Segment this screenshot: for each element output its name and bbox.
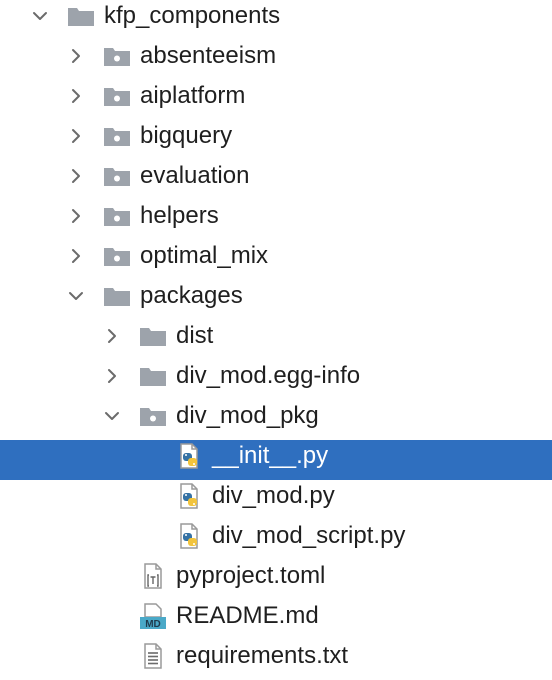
svg-text:MD: MD (145, 619, 161, 630)
tree-item-div-mod-pkg[interactable]: div_mod_pkg (0, 400, 552, 440)
tree-item-requirements-txt[interactable]: requirements.txt (0, 640, 552, 680)
tree-item-label: div_mod.py (212, 482, 335, 509)
tree-item-div-mod-script-py[interactable]: div_mod_script.py (0, 520, 552, 560)
chevron-right-icon[interactable] (66, 126, 86, 146)
tree-item-label: pyproject.toml (176, 562, 326, 589)
folder-icon (66, 1, 96, 31)
chevron-right-icon[interactable] (66, 206, 86, 226)
python-file-icon (174, 441, 204, 471)
package-folder-icon (138, 401, 168, 431)
folder-icon (138, 321, 168, 351)
tree-item-label: dist (176, 322, 214, 349)
tree-item-pyproject-toml[interactable]: pyproject.toml (0, 560, 552, 600)
tree-item-label: evaluation (140, 162, 250, 189)
chevron-right-icon[interactable] (66, 166, 86, 186)
tree-item-div-mod-egg-info[interactable]: div_mod.egg-info (0, 360, 552, 400)
tree-item-div-mod-py[interactable]: div_mod.py (0, 480, 552, 520)
chevron-down-icon[interactable] (30, 6, 50, 26)
tree-item-init-py[interactable]: __init__.py (0, 440, 552, 480)
chevron-down-icon[interactable] (102, 406, 122, 426)
tree-item-bigquery[interactable]: bigquery (0, 120, 552, 160)
chevron-right-icon[interactable] (66, 46, 86, 66)
tree-item-absenteeism[interactable]: absenteeism (0, 40, 552, 80)
tree-item-label: div_mod_script.py (212, 522, 406, 549)
tree-item-label: optimal_mix (140, 242, 269, 269)
tree-item-label: bigquery (140, 122, 233, 149)
package-folder-icon (102, 161, 132, 191)
tree-item-evaluation[interactable]: evaluation (0, 160, 552, 200)
folder-icon (138, 361, 168, 391)
tree-item-label: requirements.txt (176, 642, 349, 669)
text-file-icon (138, 641, 168, 671)
tree-item-aiplatform[interactable]: aiplatform (0, 80, 552, 120)
tree-item-label: aiplatform (140, 82, 246, 109)
markdown-file-icon: MD (138, 601, 168, 631)
tree-item-helpers[interactable]: helpers (0, 200, 552, 240)
tree-item-label: README.md (176, 602, 319, 629)
tree-item-label: div_mod.egg-info (176, 362, 361, 389)
tree-item-label: kfp_components (104, 2, 281, 29)
chevron-right-icon[interactable] (66, 246, 86, 266)
package-folder-icon (102, 41, 132, 71)
package-folder-icon (102, 241, 132, 271)
python-file-icon (174, 521, 204, 551)
python-file-icon (174, 481, 204, 511)
tree-item-label: helpers (140, 202, 219, 229)
project-tree: kfp_components absenteeism aiplatform bigqu… (0, 0, 552, 678)
package-folder-icon (102, 201, 132, 231)
chevron-right-icon[interactable] (102, 366, 122, 386)
tree-item-dist[interactable]: dist (0, 320, 552, 360)
toml-file-icon (138, 561, 168, 591)
tree-item-readme-md[interactable]: MD README.md (0, 600, 552, 640)
package-folder-icon (102, 121, 132, 151)
package-folder-icon (102, 81, 132, 111)
tree-item-kfp-components[interactable]: kfp_components (0, 0, 552, 40)
chevron-right-icon[interactable] (66, 86, 86, 106)
tree-item-label: __init__.py (212, 442, 329, 469)
tree-item-packages[interactable]: packages (0, 280, 552, 320)
tree-item-label: packages (140, 282, 243, 309)
folder-icon (102, 281, 132, 311)
chevron-down-icon[interactable] (66, 286, 86, 306)
tree-item-label: div_mod_pkg (176, 402, 319, 429)
tree-item-label: absenteeism (140, 42, 277, 69)
chevron-right-icon[interactable] (102, 326, 122, 346)
tree-item-optimal-mix[interactable]: optimal_mix (0, 240, 552, 280)
